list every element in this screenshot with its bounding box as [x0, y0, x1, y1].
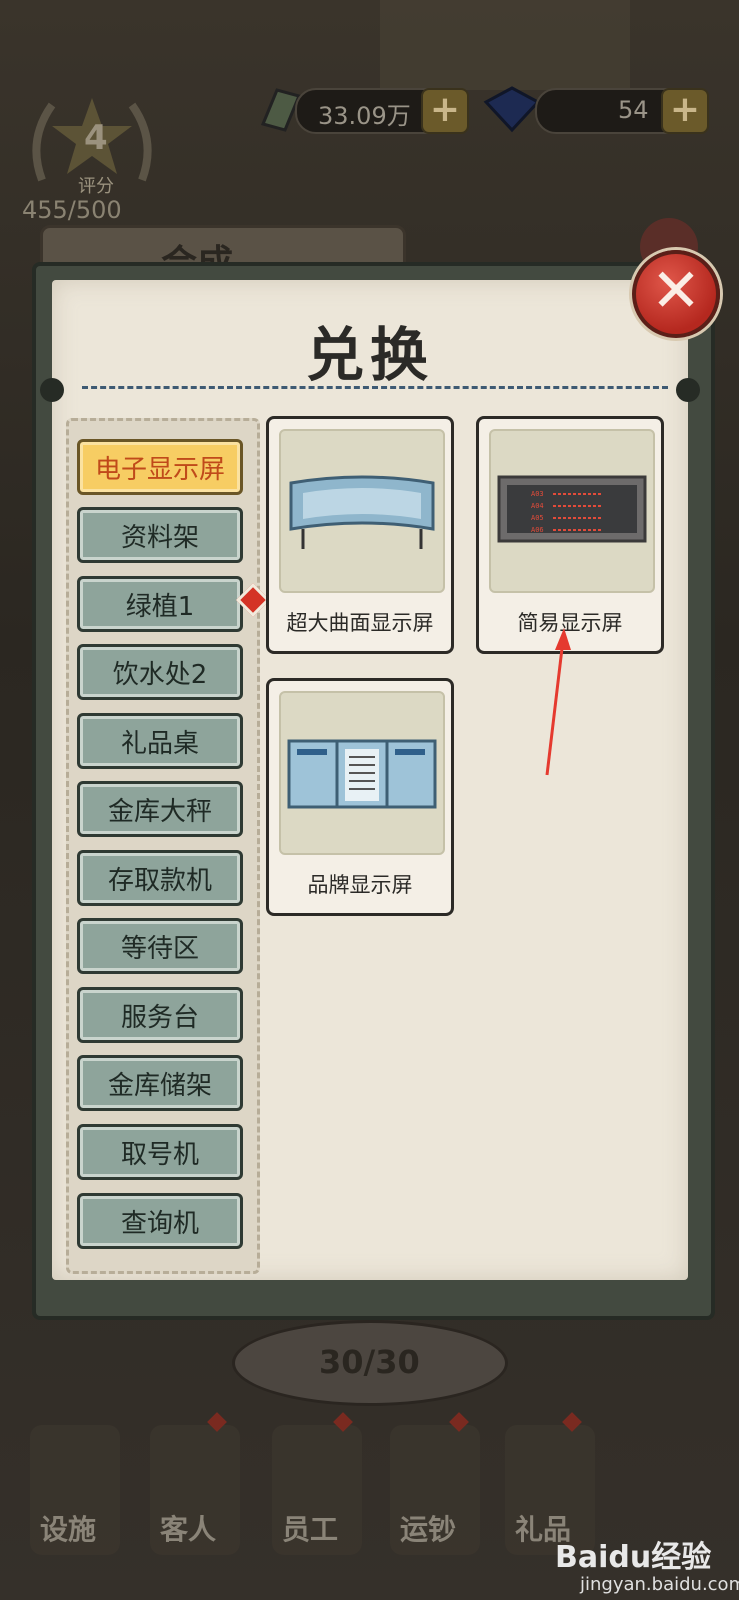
baidu-watermark-logo: Baidu经验 [555, 1540, 712, 1575]
annotation-arrow-icon [545, 628, 571, 776]
baidu-watermark-url: jingyan.baidu.com [580, 1574, 739, 1595]
